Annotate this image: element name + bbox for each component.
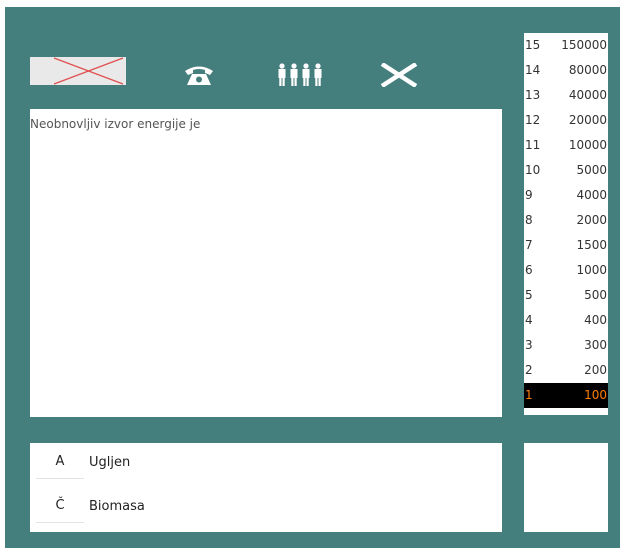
- level-number: 13: [525, 88, 541, 102]
- level-number: 14: [525, 63, 541, 77]
- prize-amount: 10000: [568, 138, 607, 152]
- fifty-fifty-crossed-icon: [53, 57, 124, 85]
- prize-amount: 150000: [561, 38, 607, 52]
- level-number: 11: [525, 138, 541, 152]
- prize-level-9: 9 4000: [524, 183, 608, 208]
- answers-panel: A Ugljen Č Biomasa: [30, 443, 502, 532]
- prize-amount: 300: [584, 338, 607, 352]
- audience-icon: [278, 63, 322, 86]
- status-panel: [524, 443, 608, 532]
- prize-level-10: 10 5000: [524, 158, 608, 183]
- level-number: 4: [525, 313, 533, 327]
- prize-amount: 40000: [568, 88, 607, 102]
- prize-level-7: 7 1500: [524, 233, 608, 258]
- prize-level-2: 2 200: [524, 358, 608, 383]
- quit-button[interactable]: [379, 57, 419, 93]
- prize-amount: 500: [584, 288, 607, 302]
- prize-amount: 20000: [568, 113, 607, 127]
- level-number: 5: [525, 288, 533, 302]
- question-panel: Neobnovljiv izvor energije je: [30, 109, 502, 417]
- prize-amount: 200: [584, 363, 607, 377]
- prize-amount: 1500: [576, 238, 607, 252]
- prize-amount: 2000: [576, 213, 607, 227]
- level-number: 7: [525, 238, 533, 252]
- prize-level-6: 6 1000: [524, 258, 608, 283]
- level-number: 10: [525, 163, 541, 177]
- prize-level-5: 5 500: [524, 283, 608, 308]
- prize-level-14: 14 80000: [524, 58, 608, 83]
- level-number: 15: [525, 38, 541, 52]
- prize-level-3: 3 300: [524, 333, 608, 358]
- prize-ladder: 15 150000 14 80000 13 40000 12 20000 11 10000…: [524, 33, 608, 415]
- level-number: 3: [525, 338, 533, 352]
- prize-level-12: 12 20000: [524, 108, 608, 133]
- phone-icon: [185, 66, 213, 85]
- close-icon: [380, 63, 418, 87]
- phone-lifeline-button[interactable]: [181, 57, 217, 93]
- prize-amount: 80000: [568, 63, 607, 77]
- question-text: Neobnovljiv izvor energije je: [30, 117, 201, 131]
- level-number: 6: [525, 263, 533, 277]
- answer-option-a[interactable]: A Ugljen: [30, 445, 502, 485]
- prize-amount: 400: [584, 313, 607, 327]
- prize-amount: 1000: [576, 263, 607, 277]
- level-number: 1: [525, 388, 533, 402]
- answer-letter: Č: [36, 489, 84, 523]
- prize-amount: 5000: [576, 163, 607, 177]
- game-frame: Neobnovljiv izvor energije je A Ugljen Č…: [5, 7, 620, 548]
- answer-option-c[interactable]: Č Biomasa: [30, 489, 502, 529]
- level-number: 12: [525, 113, 541, 127]
- prize-level-15: 15 150000: [524, 33, 608, 58]
- fifty-fifty-lifeline-button[interactable]: [30, 57, 126, 85]
- prize-amount: 4000: [576, 188, 607, 202]
- level-number: 9: [525, 188, 533, 202]
- prize-level-8: 8 2000: [524, 208, 608, 233]
- prize-amount: 100: [584, 388, 607, 402]
- prize-level-13: 13 40000: [524, 83, 608, 108]
- prize-level-4: 4 400: [524, 308, 608, 333]
- prize-level-1-current: 1 100: [524, 383, 608, 408]
- prize-level-11: 11 10000: [524, 133, 608, 158]
- level-number: 8: [525, 213, 533, 227]
- answer-text: Ugljen: [89, 455, 131, 470]
- answer-text: Biomasa: [89, 499, 145, 514]
- level-number: 2: [525, 363, 533, 377]
- audience-lifeline-button[interactable]: [275, 57, 325, 93]
- answer-letter: A: [36, 445, 84, 479]
